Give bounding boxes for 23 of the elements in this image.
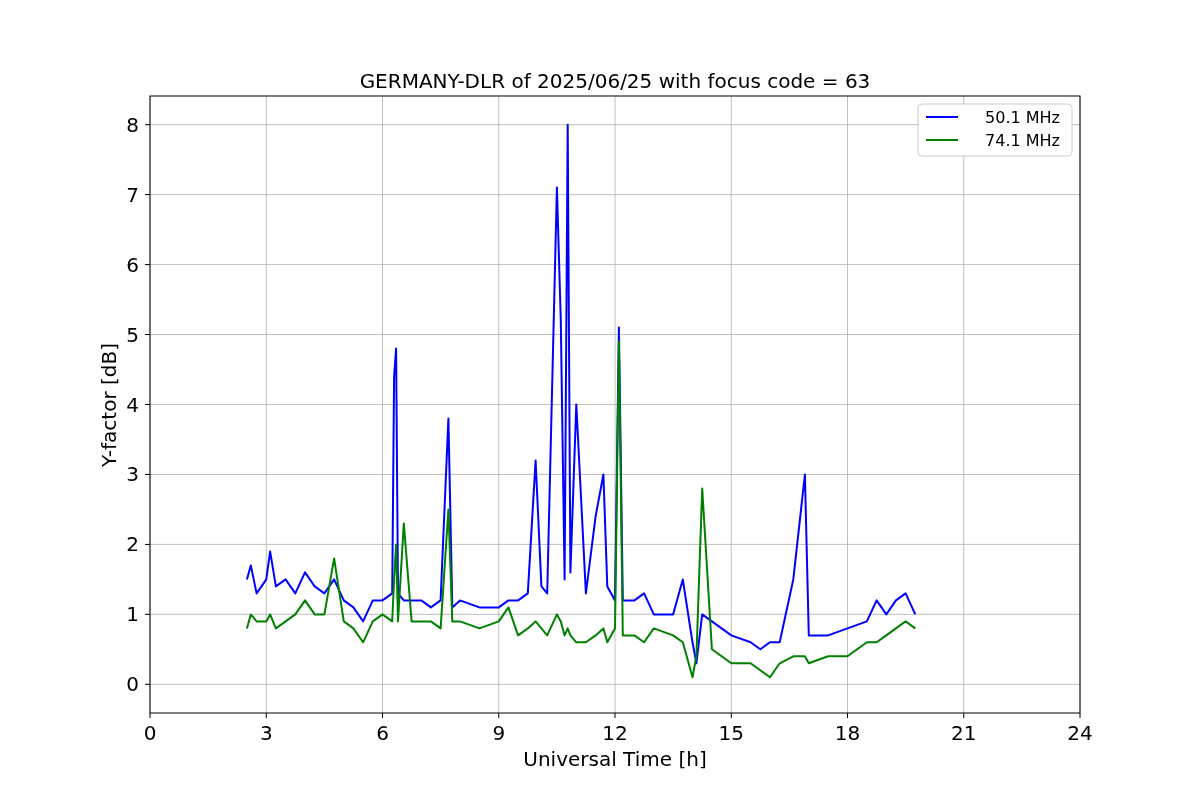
tick-label: 21 <box>951 721 977 745</box>
x-axis-label: Universal Time [h] <box>523 747 707 771</box>
legend-label: 74.1 MHz <box>985 131 1060 150</box>
tick-label: 0 <box>143 721 157 745</box>
legend-label: 50.1 MHz <box>985 108 1060 127</box>
chart-title: GERMANY-DLR of 2025/06/25 with focus code = 63 <box>359 69 871 93</box>
tick-label: 2 <box>126 532 139 557</box>
tick-label: 24 <box>1067 721 1093 745</box>
tick-label: 15 <box>718 721 744 745</box>
tick-label: 4 <box>126 392 139 417</box>
tick-label: 6 <box>126 252 139 277</box>
tick-label: 0 <box>126 672 139 697</box>
tick-label: 7 <box>126 182 139 207</box>
tick-label: 3 <box>126 462 139 487</box>
tick-label: 1 <box>126 602 139 627</box>
tick-label: 12 <box>602 721 628 745</box>
tick-label: 3 <box>259 721 273 745</box>
tick-label: 18 <box>834 721 861 745</box>
tick-label: 8 <box>126 112 139 137</box>
tick-label: 6 <box>376 721 389 745</box>
y-axis-label: Y-factor [dB] <box>97 343 121 467</box>
tick-label: 9 <box>492 721 506 745</box>
tick-label: 5 <box>126 322 139 347</box>
